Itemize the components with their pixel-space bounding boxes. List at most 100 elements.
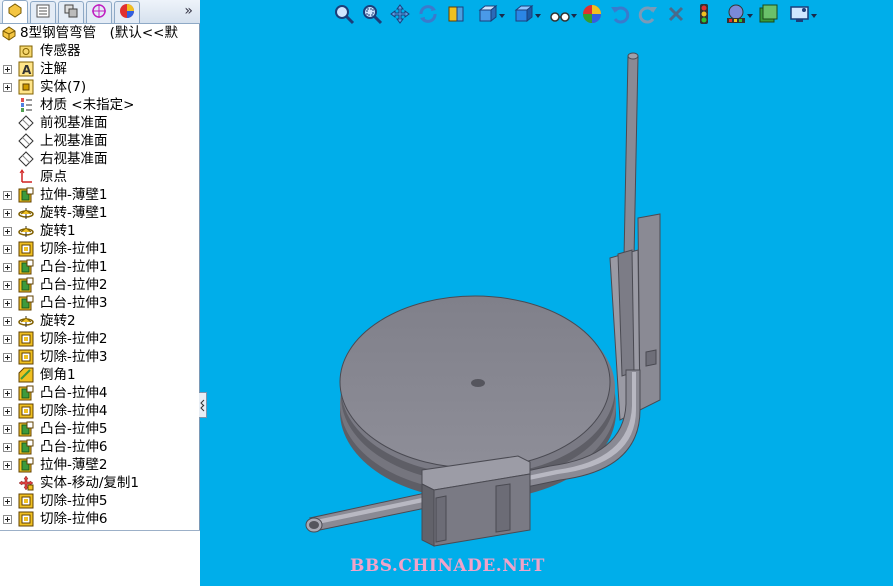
tree-item[interactable]: 切除-拉伸3 [0, 348, 200, 366]
tree-item-label: 实体-移动/复制1 [40, 475, 140, 491]
move-copy-icon [18, 475, 34, 491]
tree-item[interactable]: 切除-拉伸4 [0, 402, 200, 420]
cancel-icon [665, 3, 687, 29]
feature-manager-icon [7, 2, 23, 22]
expand-toggle[interactable] [3, 497, 12, 506]
zoom-to-fit-icon [333, 3, 355, 29]
tree-item[interactable]: 切除-拉伸5 [0, 492, 200, 510]
rotate-view-icon [417, 3, 439, 29]
tree-item[interactable]: 凸台-拉伸1 [0, 258, 200, 276]
panel-tab-feature-manager[interactable] [2, 0, 28, 23]
tree-item[interactable]: 旋转2 [0, 312, 200, 330]
redo-button[interactable] [634, 2, 662, 30]
tree-item[interactable]: A 注解 [0, 60, 200, 78]
tree-item[interactable]: 凸台-拉伸2 [0, 276, 200, 294]
tree-item[interactable]: 旋转-薄壁1 [0, 204, 200, 222]
tree-item[interactable]: 前视基准面 [0, 114, 200, 132]
tree-item[interactable]: 拉伸-薄壁2 [0, 456, 200, 474]
cut-extrude-icon [18, 403, 34, 419]
expand-toggle[interactable] [3, 425, 12, 434]
expand-toggle[interactable] [3, 443, 12, 452]
panel-tab-display-manager[interactable] [114, 1, 140, 23]
expand-toggle[interactable] [3, 83, 12, 92]
expand-toggle[interactable] [3, 281, 12, 290]
tree-item-label: 凸台-拉伸3 [40, 295, 108, 311]
expand-toggle[interactable] [3, 191, 12, 200]
expand-toggle[interactable] [3, 227, 12, 236]
expand-toggle[interactable] [3, 245, 12, 254]
expand-toggle[interactable] [3, 299, 12, 308]
dropdown-arrow-icon[interactable] [811, 14, 817, 18]
tree-item[interactable]: 原点 [0, 168, 200, 186]
pan-button[interactable] [386, 2, 414, 30]
tabs-more-button[interactable]: » [184, 3, 193, 19]
zoom-to-fit-button[interactable] [330, 2, 358, 30]
panel-tab-property-manager[interactable] [30, 1, 56, 23]
undo-button[interactable] [606, 2, 634, 30]
tree-item[interactable]: 倒角1 [0, 366, 200, 384]
plane-icon [18, 133, 34, 149]
vertical-rod [623, 52, 639, 259]
rotate-view-button[interactable] [414, 2, 442, 30]
screen-capture-button[interactable] [782, 2, 818, 30]
view-orientation-icon [477, 3, 499, 29]
solid-bodies-icon [18, 79, 34, 95]
expand-toggle[interactable] [3, 515, 12, 524]
view-settings-button[interactable] [754, 2, 782, 30]
panel-tab-configuration-manager[interactable] [58, 1, 84, 23]
tree-item[interactable]: 切除-拉伸6 [0, 510, 200, 528]
panel-tab-dimxpert[interactable] [86, 1, 112, 23]
expand-toggle[interactable] [3, 317, 12, 326]
expand-toggle[interactable] [3, 263, 12, 272]
tree-item[interactable]: 凸台-拉伸3 [0, 294, 200, 312]
zoom-to-area-button[interactable] [358, 2, 386, 30]
section-view-button[interactable] [442, 2, 470, 30]
tree-item[interactable]: 传感器 [0, 42, 200, 60]
undo-icon [609, 3, 631, 29]
tree-item[interactable]: 实体(7) [0, 78, 200, 96]
pan-icon [389, 3, 411, 29]
tree-item[interactable]: 材质 <未指定> [0, 96, 200, 114]
dropdown-arrow-icon[interactable] [499, 14, 505, 18]
tree-item-label: 前视基准面 [40, 115, 108, 131]
extrude-icon [18, 439, 34, 455]
dropdown-arrow-icon[interactable] [571, 14, 577, 18]
display-style-button[interactable] [506, 2, 542, 30]
feature-tree: 8型钢管弯管 (默认<<默 传感器 A 注解 实体(7) 材质 <未指定> 前视基准面上视… [0, 24, 200, 530]
edit-appearance-icon [581, 3, 603, 29]
view-orientation-button[interactable] [470, 2, 506, 30]
panel-blank-area [0, 530, 200, 586]
material-icon [18, 97, 34, 113]
edit-appearance-button[interactable] [578, 2, 606, 30]
tree-item[interactable]: 凸台-拉伸6 [0, 438, 200, 456]
tree-item[interactable]: 拉伸-薄壁1 [0, 186, 200, 204]
tree-item[interactable]: 切除-拉伸1 [0, 240, 200, 258]
expand-toggle[interactable] [3, 65, 12, 74]
tree-item[interactable]: 凸台-拉伸5 [0, 420, 200, 438]
tree-item[interactable]: 凸台-拉伸4 [0, 384, 200, 402]
expand-toggle[interactable] [3, 389, 12, 398]
cut-extrude-icon [18, 349, 34, 365]
expand-toggle[interactable] [3, 407, 12, 416]
extrude-icon [18, 187, 34, 203]
expand-toggle[interactable] [3, 335, 12, 344]
tree-root-part[interactable]: 8型钢管弯管 (默认<<默 [0, 24, 200, 42]
tree-item[interactable]: 右视基准面 [0, 150, 200, 168]
dropdown-arrow-icon[interactable] [535, 14, 541, 18]
cancel-button[interactable] [662, 2, 690, 30]
tree-item[interactable]: 切除-拉伸2 [0, 330, 200, 348]
graphics-viewport[interactable] [200, 0, 893, 586]
tree-item[interactable]: 上视基准面 [0, 132, 200, 150]
rebuild-button[interactable] [690, 2, 718, 30]
dropdown-arrow-icon[interactable] [747, 14, 753, 18]
hide-show-items-button[interactable] [542, 2, 578, 30]
tree-item-label: 注解 [40, 61, 67, 77]
apply-scene-button[interactable] [718, 2, 754, 30]
expand-toggle[interactable] [3, 353, 12, 362]
tree-item-label: 上视基准面 [40, 133, 108, 149]
tree-item[interactable]: 实体-移动/复制1 [0, 474, 200, 492]
expand-toggle[interactable] [3, 461, 12, 470]
tree-item[interactable]: 旋转1 [0, 222, 200, 240]
tree-item-label: 凸台-拉伸2 [40, 277, 108, 293]
expand-toggle[interactable] [3, 209, 12, 218]
